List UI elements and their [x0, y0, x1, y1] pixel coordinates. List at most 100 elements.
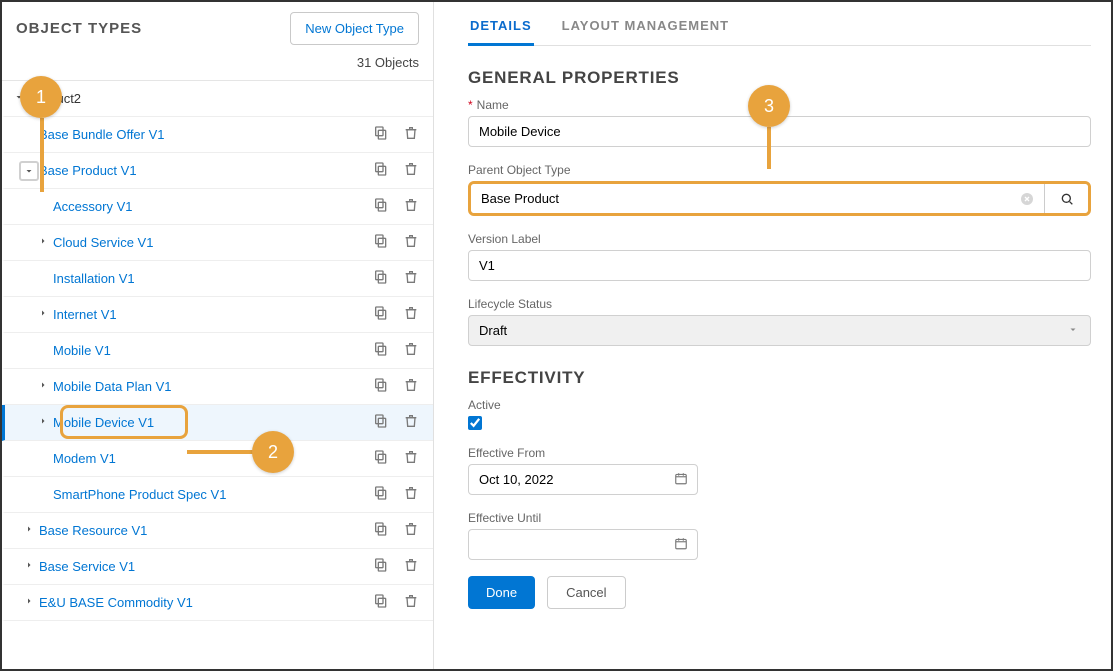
chevron-right-icon[interactable]: [33, 415, 53, 430]
tree-item-label[interactable]: Mobile Data Plan V1: [53, 379, 373, 394]
copy-icon[interactable]: [373, 125, 389, 144]
copy-icon[interactable]: [373, 161, 389, 180]
tree-row[interactable]: E&U BASE Commodity V1: [2, 585, 433, 621]
chevron-right-icon[interactable]: [33, 307, 53, 322]
tree-item-label[interactable]: Mobile V1: [53, 343, 373, 358]
row-actions: [373, 485, 433, 504]
callout-1-line: [40, 118, 44, 192]
delete-icon[interactable]: [403, 125, 419, 144]
chevron-right-icon[interactable]: [19, 559, 39, 574]
copy-icon[interactable]: [373, 269, 389, 288]
object-types-panel: OBJECT TYPES New Object Type 31 Objects …: [2, 2, 434, 669]
tree-root-label[interactable]: Product2: [29, 91, 433, 106]
delete-icon[interactable]: [403, 593, 419, 612]
parent-label: Parent Object Type: [468, 163, 1091, 177]
parent-input[interactable]: [471, 184, 1010, 213]
new-object-type-button[interactable]: New Object Type: [290, 12, 419, 45]
clear-icon[interactable]: [1010, 184, 1044, 213]
tree-row[interactable]: Accessory V1: [2, 189, 433, 225]
tree-row[interactable]: Mobile Device V1: [2, 405, 433, 441]
delete-icon[interactable]: [403, 413, 419, 432]
tree-item-label[interactable]: E&U BASE Commodity V1: [39, 595, 373, 610]
parent-lookup: [468, 181, 1091, 216]
delete-icon[interactable]: [403, 305, 419, 324]
copy-icon[interactable]: [373, 449, 389, 468]
row-actions: [373, 269, 433, 288]
delete-icon[interactable]: [403, 197, 419, 216]
name-label: Name: [477, 98, 509, 112]
tree-item-label[interactable]: Accessory V1: [53, 199, 373, 214]
delete-icon[interactable]: [403, 233, 419, 252]
tree-item-label[interactable]: Cloud Service V1: [53, 235, 373, 250]
callout-2-line: [187, 450, 253, 454]
delete-icon[interactable]: [403, 269, 419, 288]
copy-icon[interactable]: [373, 593, 389, 612]
tree-item-label[interactable]: Base Bundle Offer V1: [39, 127, 373, 142]
delete-icon[interactable]: [403, 341, 419, 360]
row-actions: [373, 449, 433, 468]
general-properties-heading: GENERAL PROPERTIES: [468, 68, 1091, 88]
tree-row[interactable]: Modem V1: [2, 441, 433, 477]
copy-icon[interactable]: [373, 413, 389, 432]
cancel-button[interactable]: Cancel: [547, 576, 625, 609]
active-checkbox[interactable]: [468, 416, 482, 430]
delete-icon[interactable]: [403, 521, 419, 540]
tree-row[interactable]: Cloud Service V1: [2, 225, 433, 261]
copy-icon[interactable]: [373, 377, 389, 396]
chevron-right-icon[interactable]: [33, 379, 53, 394]
row-actions: [373, 161, 433, 180]
row-actions: [373, 341, 433, 360]
tree-row[interactable]: Base Resource V1: [2, 513, 433, 549]
tree-row[interactable]: Internet V1: [2, 297, 433, 333]
lifecycle-label: Lifecycle Status: [468, 297, 1091, 311]
copy-icon[interactable]: [373, 341, 389, 360]
tree-root-row[interactable]: Product2: [2, 81, 433, 117]
tree-row[interactable]: Mobile Data Plan V1: [2, 369, 433, 405]
tab-details[interactable]: DETAILS: [468, 10, 534, 46]
done-button[interactable]: Done: [468, 576, 535, 609]
chevron-right-icon[interactable]: [19, 595, 39, 610]
chevron-down-icon[interactable]: [19, 161, 39, 181]
copy-icon[interactable]: [373, 485, 389, 504]
row-actions: [373, 557, 433, 576]
tree-row[interactable]: Base Bundle Offer V1: [2, 117, 433, 153]
row-actions: [373, 377, 433, 396]
version-field: Version Label: [468, 232, 1091, 281]
tree-row[interactable]: Mobile V1: [2, 333, 433, 369]
chevron-right-icon[interactable]: [33, 235, 53, 250]
lifecycle-select[interactable]: [468, 315, 1091, 346]
tree-item-label[interactable]: Base Service V1: [39, 559, 373, 574]
object-tree: Product2 Base Bundle Offer V1 Base Produc…: [2, 81, 433, 669]
tree-row[interactable]: Base Service V1: [2, 549, 433, 585]
row-actions: [373, 233, 433, 252]
delete-icon[interactable]: [403, 449, 419, 468]
tree-row[interactable]: SmartPhone Product Spec V1: [2, 477, 433, 513]
tree-item-label[interactable]: Base Product V1: [39, 163, 373, 178]
tree-item-label[interactable]: Base Resource V1: [39, 523, 373, 538]
copy-icon[interactable]: [373, 305, 389, 324]
tree-item-label[interactable]: Internet V1: [53, 307, 373, 322]
tab-layout-management[interactable]: LAYOUT MANAGEMENT: [560, 10, 731, 46]
search-icon[interactable]: [1044, 184, 1088, 213]
chevron-right-icon[interactable]: [19, 523, 39, 538]
effective-until-input[interactable]: [468, 529, 698, 560]
version-input[interactable]: [468, 250, 1091, 281]
delete-icon[interactable]: [403, 485, 419, 504]
tree-item-label[interactable]: Mobile Device V1: [53, 415, 373, 430]
copy-icon[interactable]: [373, 557, 389, 576]
tree-item-label[interactable]: SmartPhone Product Spec V1: [53, 487, 373, 502]
delete-icon[interactable]: [403, 377, 419, 396]
tree-row[interactable]: Installation V1: [2, 261, 433, 297]
effective-from-field: Effective From: [468, 446, 1091, 495]
effective-until-field: Effective Until: [468, 511, 1091, 560]
left-header: OBJECT TYPES New Object Type: [2, 2, 433, 51]
tree-item-label[interactable]: Installation V1: [53, 271, 373, 286]
delete-icon[interactable]: [403, 161, 419, 180]
delete-icon[interactable]: [403, 557, 419, 576]
effective-from-input[interactable]: [468, 464, 698, 495]
tree-row[interactable]: Base Product V1: [2, 153, 433, 189]
row-actions: [373, 413, 433, 432]
copy-icon[interactable]: [373, 233, 389, 252]
copy-icon[interactable]: [373, 521, 389, 540]
copy-icon[interactable]: [373, 197, 389, 216]
